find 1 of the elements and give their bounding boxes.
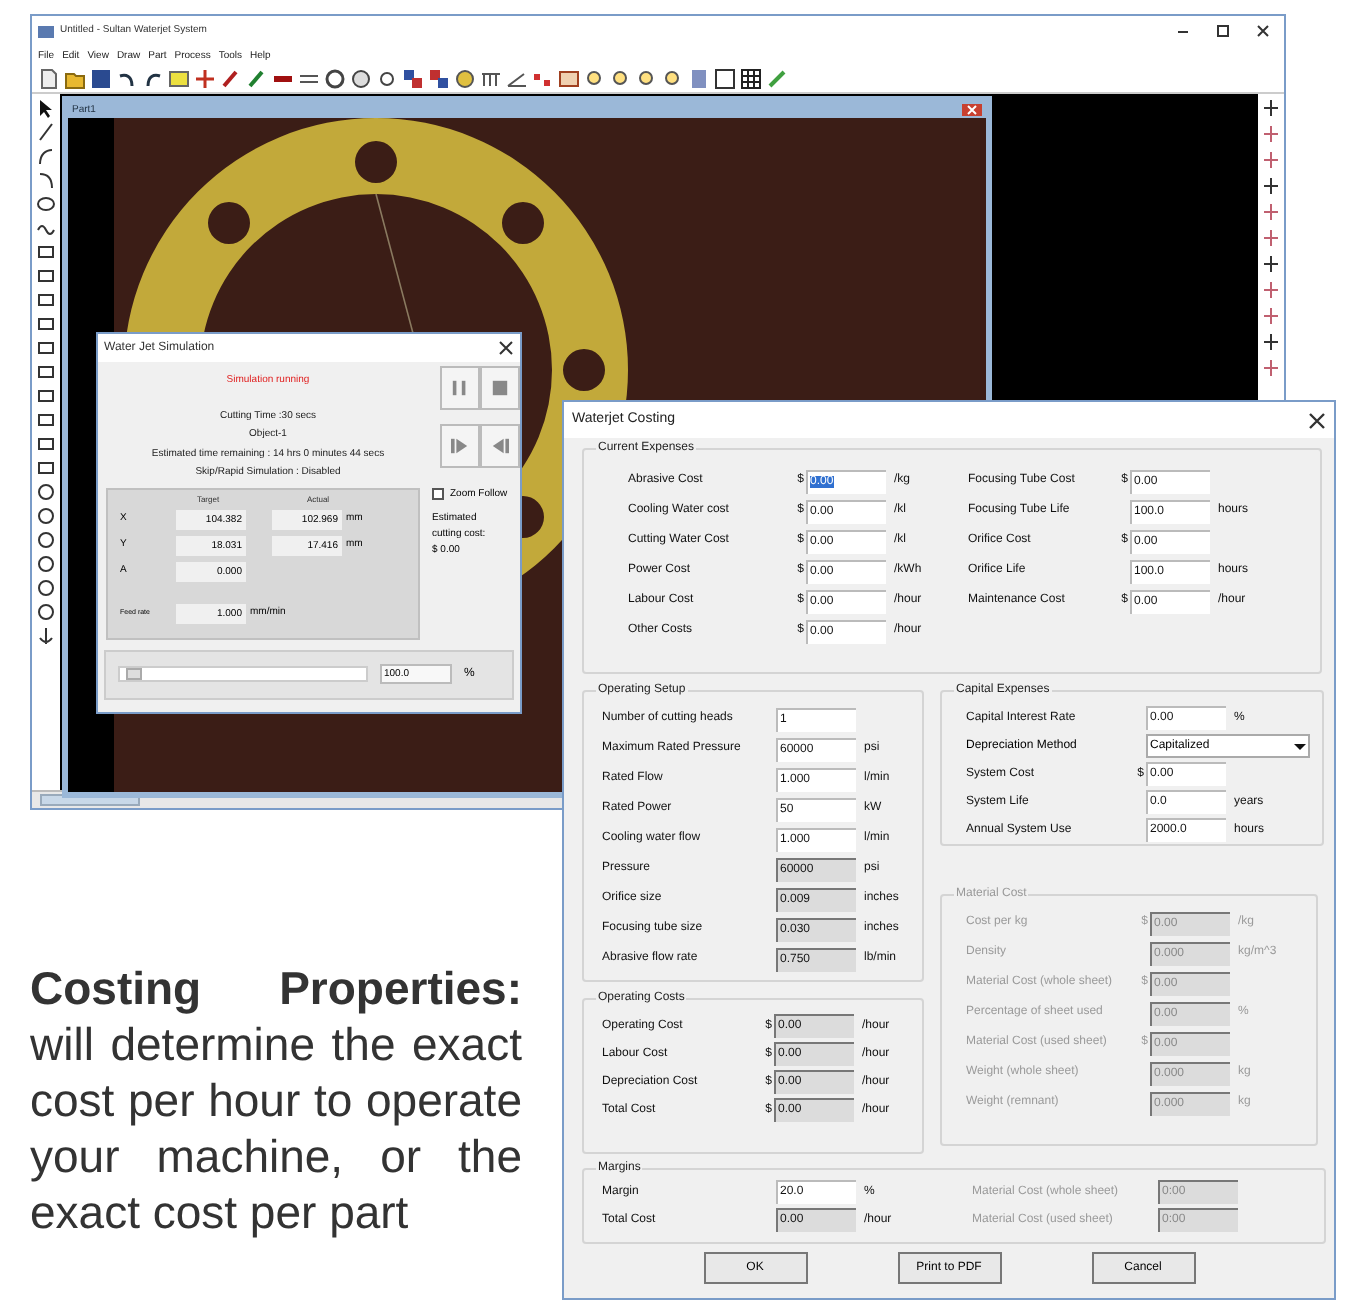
description-text: Costing Properties: will determine the exact cost per hour to operate your machine, or the exact cost per part (30, 960, 522, 1240)
